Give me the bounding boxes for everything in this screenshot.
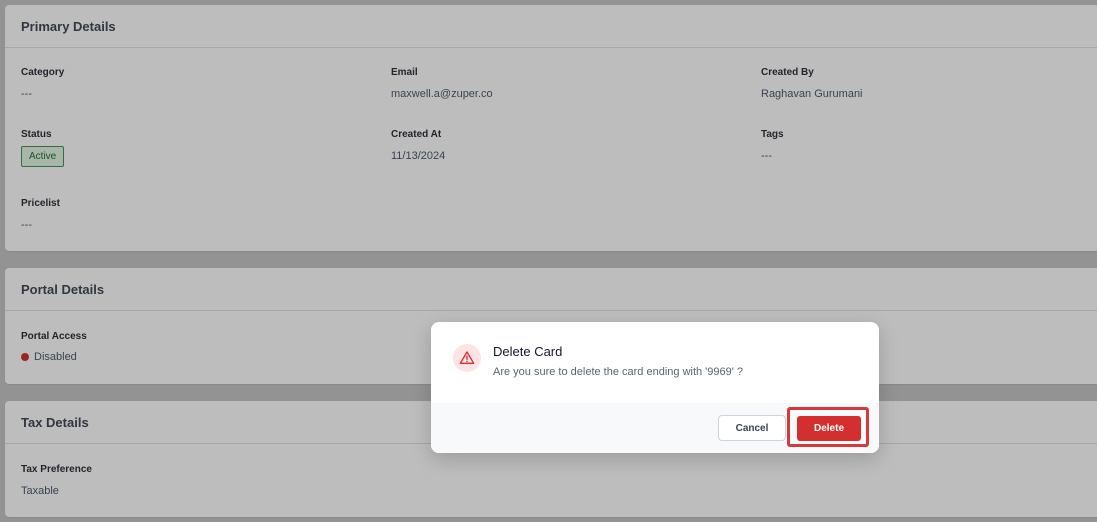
dialog-body: Delete Card Are you sure to delete the c… bbox=[431, 322, 879, 403]
cancel-button[interactable]: Cancel bbox=[718, 415, 786, 441]
delete-card-dialog: Delete Card Are you sure to delete the c… bbox=[431, 322, 879, 453]
dialog-footer: Cancel Delete bbox=[431, 403, 879, 453]
warning-triangle-icon bbox=[459, 351, 475, 364]
delete-button[interactable]: Delete bbox=[797, 416, 861, 441]
warning-icon-badge bbox=[453, 344, 481, 372]
dialog-title: Delete Card bbox=[493, 344, 563, 359]
dialog-message: Are you sure to delete the card ending w… bbox=[493, 366, 744, 378]
